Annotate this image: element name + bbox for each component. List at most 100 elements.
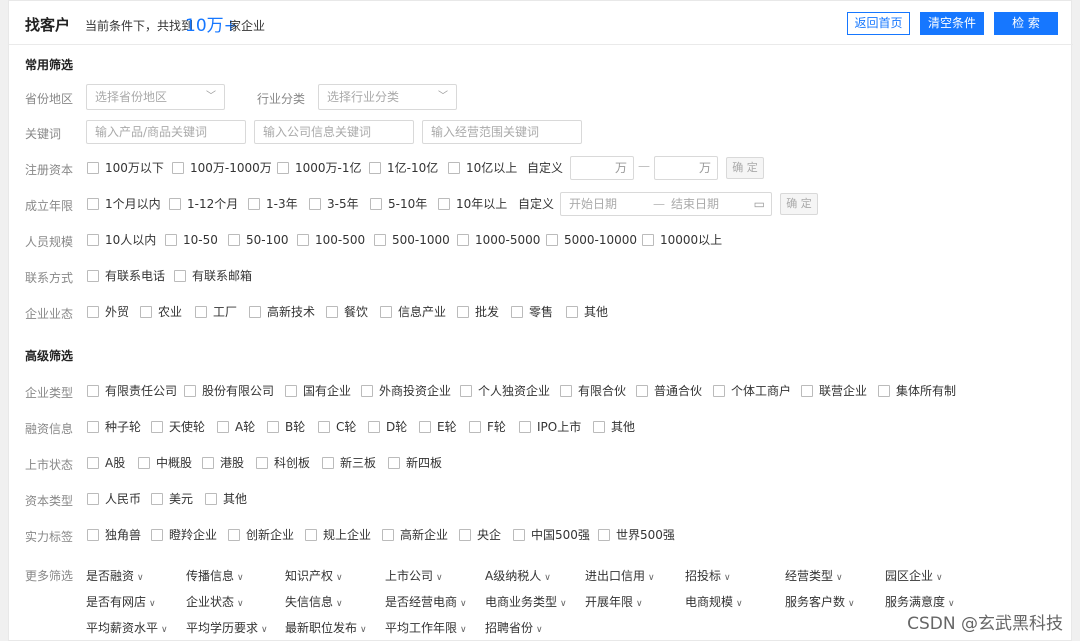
- biz-option[interactable]: 零售: [511, 304, 553, 320]
- checkbox[interactable]: [87, 529, 99, 541]
- more-filter-dropdown[interactable]: 招投标 ∨: [685, 567, 731, 584]
- strength-option[interactable]: 创新企业: [228, 527, 294, 543]
- checkbox[interactable]: [172, 162, 184, 174]
- checkbox[interactable]: [380, 306, 392, 318]
- checkbox[interactable]: [382, 529, 394, 541]
- more-filter-dropdown[interactable]: 平均工作年限 ∨: [385, 619, 467, 636]
- staff-option[interactable]: 100-500: [297, 232, 365, 248]
- strength-option[interactable]: 央企: [459, 527, 501, 543]
- capital-type-option[interactable]: 其他: [205, 491, 247, 507]
- checkbox[interactable]: [205, 493, 217, 505]
- checkbox[interactable]: [277, 162, 289, 174]
- finance-option[interactable]: C轮: [318, 419, 356, 435]
- checkbox[interactable]: [87, 306, 99, 318]
- checkbox[interactable]: [87, 162, 99, 174]
- checkbox[interactable]: [256, 457, 268, 469]
- type-option[interactable]: 联营企业: [801, 383, 867, 399]
- staff-option[interactable]: 5000-10000: [546, 232, 637, 248]
- capital-option[interactable]: 1000万-1亿: [277, 160, 362, 176]
- more-filter-dropdown[interactable]: 开展年限 ∨: [585, 593, 643, 610]
- more-filter-dropdown[interactable]: A级纳税人 ∨: [485, 567, 551, 584]
- more-filter-dropdown[interactable]: 电商规模 ∨: [685, 593, 743, 610]
- checkbox[interactable]: [566, 306, 578, 318]
- more-filter-dropdown[interactable]: 最新职位发布 ∨: [285, 619, 367, 636]
- checkbox[interactable]: [593, 421, 605, 433]
- capital-option[interactable]: 100万以下: [87, 160, 164, 176]
- founded-option[interactable]: 1-3年: [248, 196, 298, 212]
- staff-option[interactable]: 50-100: [228, 232, 289, 248]
- biz-option[interactable]: 农业: [140, 304, 182, 320]
- checkbox[interactable]: [460, 385, 472, 397]
- region-select[interactable]: 选择省份地区 ﹀: [86, 84, 225, 110]
- capital-max-input[interactable]: 万: [654, 156, 718, 180]
- checkbox[interactable]: [801, 385, 813, 397]
- checkbox[interactable]: [361, 385, 373, 397]
- type-option[interactable]: 外商投资企业: [361, 383, 451, 399]
- type-option[interactable]: 有限合伙: [560, 383, 626, 399]
- checkbox[interactable]: [713, 385, 725, 397]
- search-button[interactable]: 检 索: [994, 12, 1058, 35]
- founded-option[interactable]: 1个月以内: [87, 196, 161, 212]
- checkbox[interactable]: [165, 234, 177, 246]
- more-filter-dropdown[interactable]: 园区企业 ∨: [885, 567, 943, 584]
- checkbox[interactable]: [228, 234, 240, 246]
- founded-confirm-button[interactable]: 确 定: [780, 193, 818, 215]
- capital-option[interactable]: 10亿以上: [448, 160, 517, 176]
- more-filter-dropdown[interactable]: 进出口信用 ∨: [585, 567, 655, 584]
- checkbox[interactable]: [140, 306, 152, 318]
- more-filter-dropdown[interactable]: 平均薪资水平 ∨: [86, 619, 168, 636]
- finance-option[interactable]: 其他: [593, 419, 635, 435]
- checkbox[interactable]: [368, 421, 380, 433]
- finance-option[interactable]: A轮: [217, 419, 255, 435]
- checkbox[interactable]: [322, 457, 334, 469]
- biz-option[interactable]: 批发: [457, 304, 499, 320]
- checkbox[interactable]: [318, 421, 330, 433]
- biz-option[interactable]: 工厂: [195, 304, 237, 320]
- checkbox[interactable]: [560, 385, 572, 397]
- biz-option[interactable]: 餐饮: [326, 304, 368, 320]
- checkbox[interactable]: [370, 198, 382, 210]
- checkbox[interactable]: [87, 234, 99, 246]
- checkbox[interactable]: [87, 270, 99, 282]
- checkbox[interactable]: [87, 421, 99, 433]
- strength-option[interactable]: 独角兽: [87, 527, 141, 543]
- more-filter-dropdown[interactable]: 服务满意度 ∨: [885, 593, 955, 610]
- finance-option[interactable]: F轮: [469, 419, 506, 435]
- checkbox[interactable]: [87, 385, 99, 397]
- finance-option[interactable]: B轮: [267, 419, 305, 435]
- checkbox[interactable]: [87, 198, 99, 210]
- checkbox[interactable]: [138, 457, 150, 469]
- founded-option[interactable]: 10年以上: [438, 196, 507, 212]
- checkbox[interactable]: [285, 385, 297, 397]
- biz-option[interactable]: 高新技术: [249, 304, 315, 320]
- capital-option[interactable]: 1亿-10亿: [369, 160, 438, 176]
- more-filter-dropdown[interactable]: 上市公司 ∨: [385, 567, 443, 584]
- type-option[interactable]: 集体所有制: [878, 383, 956, 399]
- more-filter-dropdown[interactable]: 经营类型 ∨: [785, 567, 843, 584]
- product-keyword-input[interactable]: 输入产品/商品关键词: [86, 120, 246, 144]
- scope-keyword-input[interactable]: 输入经营范围关键词: [422, 120, 582, 144]
- checkbox[interactable]: [636, 385, 648, 397]
- checkbox[interactable]: [374, 234, 386, 246]
- checkbox[interactable]: [217, 421, 229, 433]
- capital-confirm-button[interactable]: 确 定: [726, 157, 764, 179]
- checkbox[interactable]: [249, 306, 261, 318]
- checkbox[interactable]: [151, 493, 163, 505]
- checkbox[interactable]: [369, 162, 381, 174]
- more-filter-dropdown[interactable]: 传播信息 ∨: [186, 567, 244, 584]
- checkbox[interactable]: [267, 421, 279, 433]
- checkbox[interactable]: [195, 306, 207, 318]
- type-option[interactable]: 个体工商户: [713, 383, 791, 399]
- more-filter-dropdown[interactable]: 服务客户数 ∨: [785, 593, 855, 610]
- more-filter-dropdown[interactable]: 是否融资 ∨: [86, 567, 144, 584]
- capital-type-option[interactable]: 美元: [151, 491, 193, 507]
- checkbox[interactable]: [326, 306, 338, 318]
- checkbox[interactable]: [202, 457, 214, 469]
- listing-option[interactable]: A股: [87, 455, 125, 471]
- strength-option[interactable]: 中国500强: [513, 527, 590, 543]
- biz-option[interactable]: 其他: [566, 304, 608, 320]
- strength-option[interactable]: 高新企业: [382, 527, 448, 543]
- checkbox[interactable]: [459, 529, 471, 541]
- checkbox[interactable]: [87, 457, 99, 469]
- staff-option[interactable]: 1000-5000: [457, 232, 540, 248]
